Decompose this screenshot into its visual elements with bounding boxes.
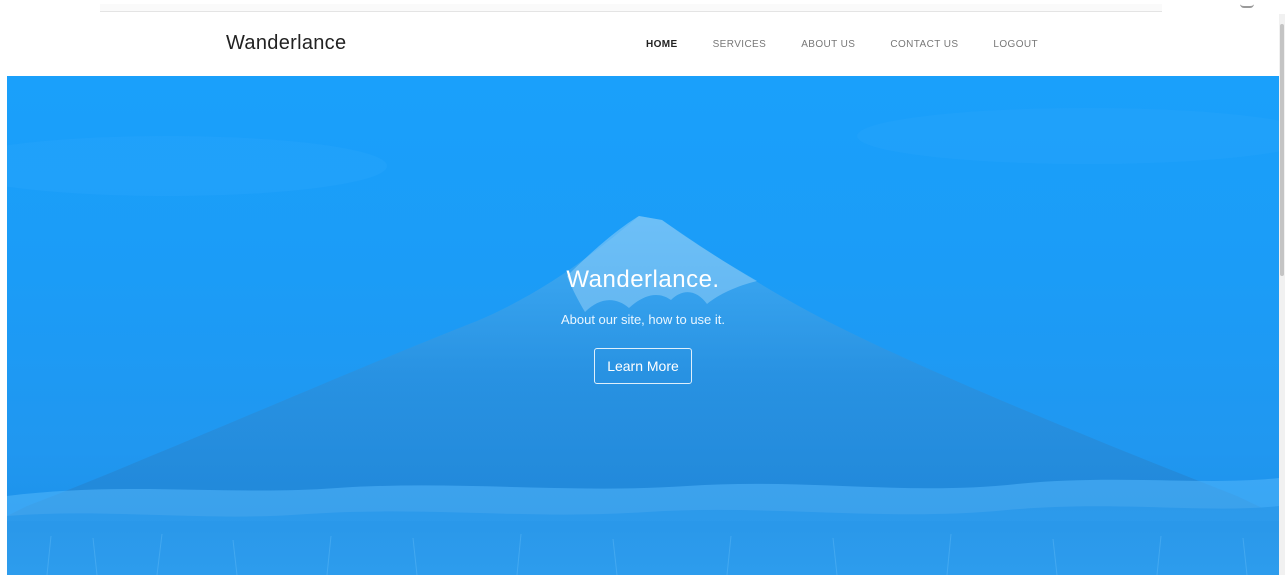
- nav-item-home[interactable]: HOME: [646, 39, 678, 50]
- site-navbar: Wanderlance HOME SERVICES ABOUT US CONTA…: [0, 14, 1285, 76]
- scrollbar-thumb[interactable]: [1280, 24, 1284, 276]
- account-icon[interactable]: [1240, 4, 1254, 8]
- nav-item-about-us[interactable]: ABOUT US: [801, 39, 855, 50]
- main-nav: HOME SERVICES ABOUT US CONTACT US LOGOUT: [646, 39, 1073, 50]
- hero-subtitle: About our site, how to use it.: [560, 312, 726, 327]
- nav-item-contact-us[interactable]: CONTACT US: [890, 39, 958, 50]
- hero-content: Wanderlance. About our site, how to use …: [7, 266, 1279, 384]
- site-brand-logo[interactable]: Wanderlance: [226, 32, 346, 55]
- learn-more-button[interactable]: Learn More: [594, 348, 692, 384]
- nav-item-logout[interactable]: LOGOUT: [993, 39, 1038, 50]
- browser-top-strip: [100, 4, 1162, 12]
- page-scrollbar[interactable]: [1279, 14, 1285, 575]
- hero-title: Wanderlance.: [566, 266, 720, 293]
- hero-section: Wanderlance. About our site, how to use …: [7, 76, 1279, 575]
- nav-item-services[interactable]: SERVICES: [713, 39, 767, 50]
